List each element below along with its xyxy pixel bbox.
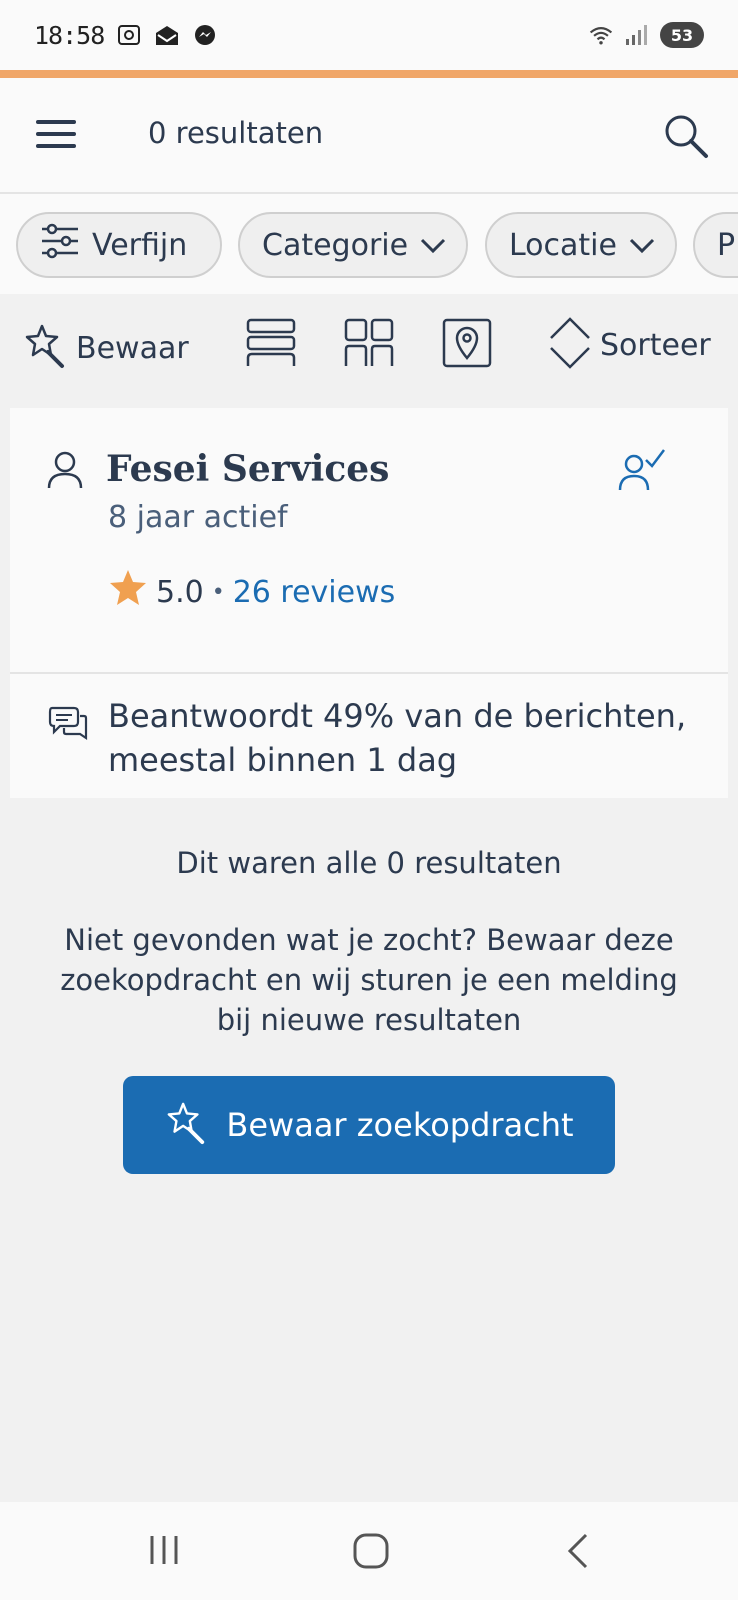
sort-button[interactable]: Sorteer xyxy=(548,316,711,374)
sliders-icon xyxy=(40,223,80,267)
results-toolbar: Bewaar Sorteer xyxy=(0,294,738,404)
star-wand-icon xyxy=(22,322,68,374)
response-rate-text: Beantwoordt 49% van de berichten, meesta… xyxy=(108,697,687,779)
grid-view-icon[interactable] xyxy=(344,318,394,368)
screenshot-icon xyxy=(116,22,142,48)
filter-bar: Verfijn Categorie Locatie P xyxy=(0,194,738,294)
wifi-icon xyxy=(588,22,614,48)
reviews-link[interactable]: 26 reviews xyxy=(233,575,396,610)
save-search-button[interactable]: Bewaar zoekopdracht xyxy=(123,1076,615,1174)
search-icon[interactable] xyxy=(662,112,710,160)
save-search-toolbar-button[interactable]: Bewaar xyxy=(22,322,189,374)
company-name[interactable]: Fesei Services xyxy=(106,448,389,490)
chat-bubbles-icon xyxy=(48,704,88,746)
chevron-down-icon xyxy=(420,228,446,263)
years-active: 8 jaar actief xyxy=(108,500,288,535)
star-icon xyxy=(108,568,148,616)
mail-icon xyxy=(154,22,180,48)
chevron-down-icon xyxy=(629,228,655,263)
map-view-icon[interactable] xyxy=(442,318,492,368)
end-of-results-text: Dit waren alle 0 resultaten xyxy=(176,846,562,880)
filter-chip-refine[interactable]: Verfijn xyxy=(16,212,222,278)
filter-chip-label: P xyxy=(717,227,736,263)
page-title: 0 resultaten xyxy=(148,116,324,150)
hamburger-menu-icon[interactable] xyxy=(36,118,78,150)
save-search-hint: Niet gevonden wat je zocht? Bewaar deze … xyxy=(60,923,678,1037)
status-bar: 18:58 53 xyxy=(0,0,738,70)
star-wand-icon xyxy=(164,1100,208,1150)
filter-chip-more[interactable]: P xyxy=(693,212,738,278)
home-icon[interactable] xyxy=(352,1532,390,1574)
signal-icon xyxy=(624,22,650,48)
save-label: Bewaar xyxy=(76,330,189,366)
sort-icon xyxy=(548,316,592,374)
messenger-icon xyxy=(192,22,218,48)
battery-icon: 53 xyxy=(660,22,704,48)
brand-accent-line xyxy=(0,70,738,78)
sort-label: Sorteer xyxy=(600,327,711,363)
verified-user-icon xyxy=(618,446,668,498)
recent-apps-icon[interactable] xyxy=(146,1532,182,1572)
filter-chip-category[interactable]: Categorie xyxy=(238,212,468,278)
result-card[interactable]: Fesei Services 8 jaar actief 5.0 • 26 re… xyxy=(10,408,728,798)
back-icon[interactable] xyxy=(564,1532,592,1574)
filter-chip-label: Verfijn xyxy=(92,227,188,263)
filter-chip-location[interactable]: Locatie xyxy=(485,212,677,278)
user-icon xyxy=(46,450,84,494)
rating-row: 5.0 • 26 reviews xyxy=(108,568,395,616)
system-nav-bar xyxy=(0,1502,738,1600)
rating-separator: • xyxy=(211,579,225,605)
save-search-label: Bewaar zoekopdracht xyxy=(226,1106,574,1144)
app-header: 0 resultaten xyxy=(0,78,738,194)
status-left: 18:58 xyxy=(34,21,218,50)
status-time: 18:58 xyxy=(34,20,105,50)
rating-score: 5.0 xyxy=(156,574,204,610)
status-right: 53 xyxy=(588,22,704,48)
divider xyxy=(10,672,728,674)
list-view-icon[interactable] xyxy=(246,318,296,368)
filter-chip-label: Locatie xyxy=(509,227,617,263)
filter-chip-label: Categorie xyxy=(262,227,409,263)
